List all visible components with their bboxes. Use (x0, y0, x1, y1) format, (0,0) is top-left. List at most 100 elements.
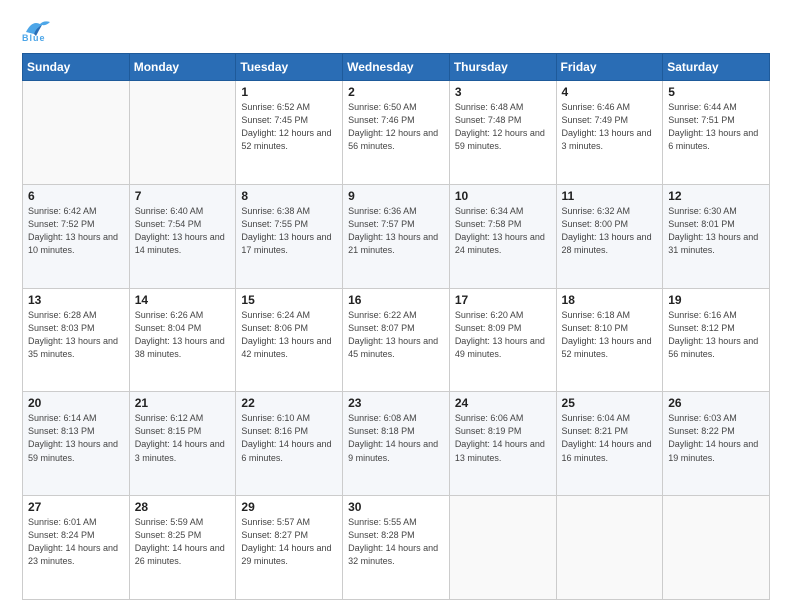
table-row: 5 Sunrise: 6:44 AM Sunset: 7:51 PM Daylig… (663, 81, 770, 185)
col-monday: Monday (129, 54, 236, 81)
table-row: 20Sunrise: 6:14 AM Sunset: 8:13 PM Dayli… (23, 392, 130, 496)
day-number: 8 (241, 189, 337, 203)
table-row (129, 81, 236, 185)
day-number: 14 (135, 293, 231, 307)
day-info: Sunrise: 6:26 AM Sunset: 8:04 PM Dayligh… (135, 309, 231, 361)
day-info: Sunrise: 6:42 AM Sunset: 7:52 PM Dayligh… (28, 205, 124, 257)
table-row: 9 Sunrise: 6:36 AM Sunset: 7:57 PM Daylig… (343, 184, 450, 288)
page: Blue Sunday Monday Tuesday Wednesday Thu… (0, 0, 792, 612)
day-info: Sunrise: 6:40 AM Sunset: 7:54 PM Dayligh… (135, 205, 231, 257)
table-row: 28 Sunrise: 5:59 AM Sunset: 8:25 PM Dayli… (129, 496, 236, 600)
col-wednesday: Wednesday (343, 54, 450, 81)
day-number: 7 (135, 189, 231, 203)
day-number: 18 (562, 293, 658, 307)
day-number: 26 (668, 396, 764, 410)
col-friday: Friday (556, 54, 663, 81)
day-info: Sunrise: 6:10 AM Sunset: 8:16 PM Dayligh… (241, 412, 337, 464)
day-info: Sunrise: 6:16 AM Sunset: 8:12 PM Dayligh… (668, 309, 764, 361)
day-number: 10 (455, 189, 551, 203)
col-saturday: Saturday (663, 54, 770, 81)
table-row: 7 Sunrise: 6:40 AM Sunset: 7:54 PM Daylig… (129, 184, 236, 288)
logo-tagline: Blue (22, 33, 46, 43)
day-number: 24 (455, 396, 551, 410)
table-row: 15 Sunrise: 6:24 AM Sunset: 8:06 PM Dayli… (236, 288, 343, 392)
table-row: 14 Sunrise: 6:26 AM Sunset: 8:04 PM Dayli… (129, 288, 236, 392)
day-info: Sunrise: 6:52 AM Sunset: 7:45 PM Dayligh… (241, 101, 337, 153)
day-info: Sunrise: 6:20 AM Sunset: 8:09 PM Dayligh… (455, 309, 551, 361)
table-row: 8 Sunrise: 6:38 AM Sunset: 7:55 PM Daylig… (236, 184, 343, 288)
day-info: Sunrise: 6:22 AM Sunset: 8:07 PM Dayligh… (348, 309, 444, 361)
table-row: 19 Sunrise: 6:16 AM Sunset: 8:12 PM Dayli… (663, 288, 770, 392)
day-info: Sunrise: 6:24 AM Sunset: 8:06 PM Dayligh… (241, 309, 337, 361)
calendar-week-row: 13 Sunrise: 6:28 AM Sunset: 8:03 PM Dayli… (23, 288, 770, 392)
table-row: 22Sunrise: 6:10 AM Sunset: 8:16 PM Dayli… (236, 392, 343, 496)
day-number: 2 (348, 85, 444, 99)
table-row: 24 Sunrise: 6:06 AM Sunset: 8:19 PM Dayli… (449, 392, 556, 496)
table-row: 27 Sunrise: 6:01 AM Sunset: 8:24 PM Dayli… (23, 496, 130, 600)
table-row (449, 496, 556, 600)
calendar-week-row: 20Sunrise: 6:14 AM Sunset: 8:13 PM Dayli… (23, 392, 770, 496)
day-info: Sunrise: 6:30 AM Sunset: 8:01 PM Dayligh… (668, 205, 764, 257)
day-info: Sunrise: 5:55 AM Sunset: 8:28 PM Dayligh… (348, 516, 444, 568)
day-info: Sunrise: 6:38 AM Sunset: 7:55 PM Dayligh… (241, 205, 337, 257)
day-info: Sunrise: 6:06 AM Sunset: 8:19 PM Dayligh… (455, 412, 551, 464)
day-info: Sunrise: 6:08 AM Sunset: 8:18 PM Dayligh… (348, 412, 444, 464)
day-number: 28 (135, 500, 231, 514)
day-info: Sunrise: 6:48 AM Sunset: 7:48 PM Dayligh… (455, 101, 551, 153)
day-number: 13 (28, 293, 124, 307)
header: Blue (22, 18, 770, 43)
day-info: Sunrise: 5:57 AM Sunset: 8:27 PM Dayligh… (241, 516, 337, 568)
day-number: 12 (668, 189, 764, 203)
day-info: Sunrise: 6:44 AM Sunset: 7:51 PM Dayligh… (668, 101, 764, 153)
table-row: 12 Sunrise: 6:30 AM Sunset: 8:01 PM Dayli… (663, 184, 770, 288)
day-info: Sunrise: 6:50 AM Sunset: 7:46 PM Dayligh… (348, 101, 444, 153)
day-number: 5 (668, 85, 764, 99)
day-info: Sunrise: 6:12 AM Sunset: 8:15 PM Dayligh… (135, 412, 231, 464)
table-row: 2 Sunrise: 6:50 AM Sunset: 7:46 PM Daylig… (343, 81, 450, 185)
day-info: Sunrise: 5:59 AM Sunset: 8:25 PM Dayligh… (135, 516, 231, 568)
table-row: 30 Sunrise: 5:55 AM Sunset: 8:28 PM Dayli… (343, 496, 450, 600)
day-info: Sunrise: 6:04 AM Sunset: 8:21 PM Dayligh… (562, 412, 658, 464)
table-row: 3 Sunrise: 6:48 AM Sunset: 7:48 PM Daylig… (449, 81, 556, 185)
day-number: 27 (28, 500, 124, 514)
day-number: 30 (348, 500, 444, 514)
day-info: Sunrise: 6:32 AM Sunset: 8:00 PM Dayligh… (562, 205, 658, 257)
table-row: 16 Sunrise: 6:22 AM Sunset: 8:07 PM Dayli… (343, 288, 450, 392)
table-row: 6 Sunrise: 6:42 AM Sunset: 7:52 PM Daylig… (23, 184, 130, 288)
table-row: 23Sunrise: 6:08 AM Sunset: 8:18 PM Dayli… (343, 392, 450, 496)
table-row: 11 Sunrise: 6:32 AM Sunset: 8:00 PM Dayli… (556, 184, 663, 288)
col-sunday: Sunday (23, 54, 130, 81)
calendar-week-row: 27 Sunrise: 6:01 AM Sunset: 8:24 PM Dayli… (23, 496, 770, 600)
day-number: 15 (241, 293, 337, 307)
day-number: 6 (28, 189, 124, 203)
table-row (556, 496, 663, 600)
table-row: 4 Sunrise: 6:46 AM Sunset: 7:49 PM Daylig… (556, 81, 663, 185)
day-number: 16 (348, 293, 444, 307)
day-number: 9 (348, 189, 444, 203)
table-row: 18 Sunrise: 6:18 AM Sunset: 8:10 PM Dayli… (556, 288, 663, 392)
day-number: 11 (562, 189, 658, 203)
table-row: 17 Sunrise: 6:20 AM Sunset: 8:09 PM Dayli… (449, 288, 556, 392)
col-tuesday: Tuesday (236, 54, 343, 81)
table-row: 13 Sunrise: 6:28 AM Sunset: 8:03 PM Dayli… (23, 288, 130, 392)
calendar-header-row: Sunday Monday Tuesday Wednesday Thursday… (23, 54, 770, 81)
day-info: Sunrise: 6:01 AM Sunset: 8:24 PM Dayligh… (28, 516, 124, 568)
calendar-week-row: 6 Sunrise: 6:42 AM Sunset: 7:52 PM Daylig… (23, 184, 770, 288)
table-row (23, 81, 130, 185)
table-row: 25Sunrise: 6:04 AM Sunset: 8:21 PM Dayli… (556, 392, 663, 496)
day-info: Sunrise: 6:36 AM Sunset: 7:57 PM Dayligh… (348, 205, 444, 257)
day-number: 19 (668, 293, 764, 307)
table-row: 10Sunrise: 6:34 AM Sunset: 7:58 PM Dayli… (449, 184, 556, 288)
day-info: Sunrise: 6:18 AM Sunset: 8:10 PM Dayligh… (562, 309, 658, 361)
day-number: 4 (562, 85, 658, 99)
day-info: Sunrise: 6:14 AM Sunset: 8:13 PM Dayligh… (28, 412, 124, 464)
day-info: Sunrise: 6:28 AM Sunset: 8:03 PM Dayligh… (28, 309, 124, 361)
day-info: Sunrise: 6:46 AM Sunset: 7:49 PM Dayligh… (562, 101, 658, 153)
table-row: 26 Sunrise: 6:03 AM Sunset: 8:22 PM Dayli… (663, 392, 770, 496)
day-number: 29 (241, 500, 337, 514)
table-row: 21Sunrise: 6:12 AM Sunset: 8:15 PM Dayli… (129, 392, 236, 496)
day-info: Sunrise: 6:03 AM Sunset: 8:22 PM Dayligh… (668, 412, 764, 464)
day-number: 17 (455, 293, 551, 307)
day-number: 3 (455, 85, 551, 99)
table-row (663, 496, 770, 600)
